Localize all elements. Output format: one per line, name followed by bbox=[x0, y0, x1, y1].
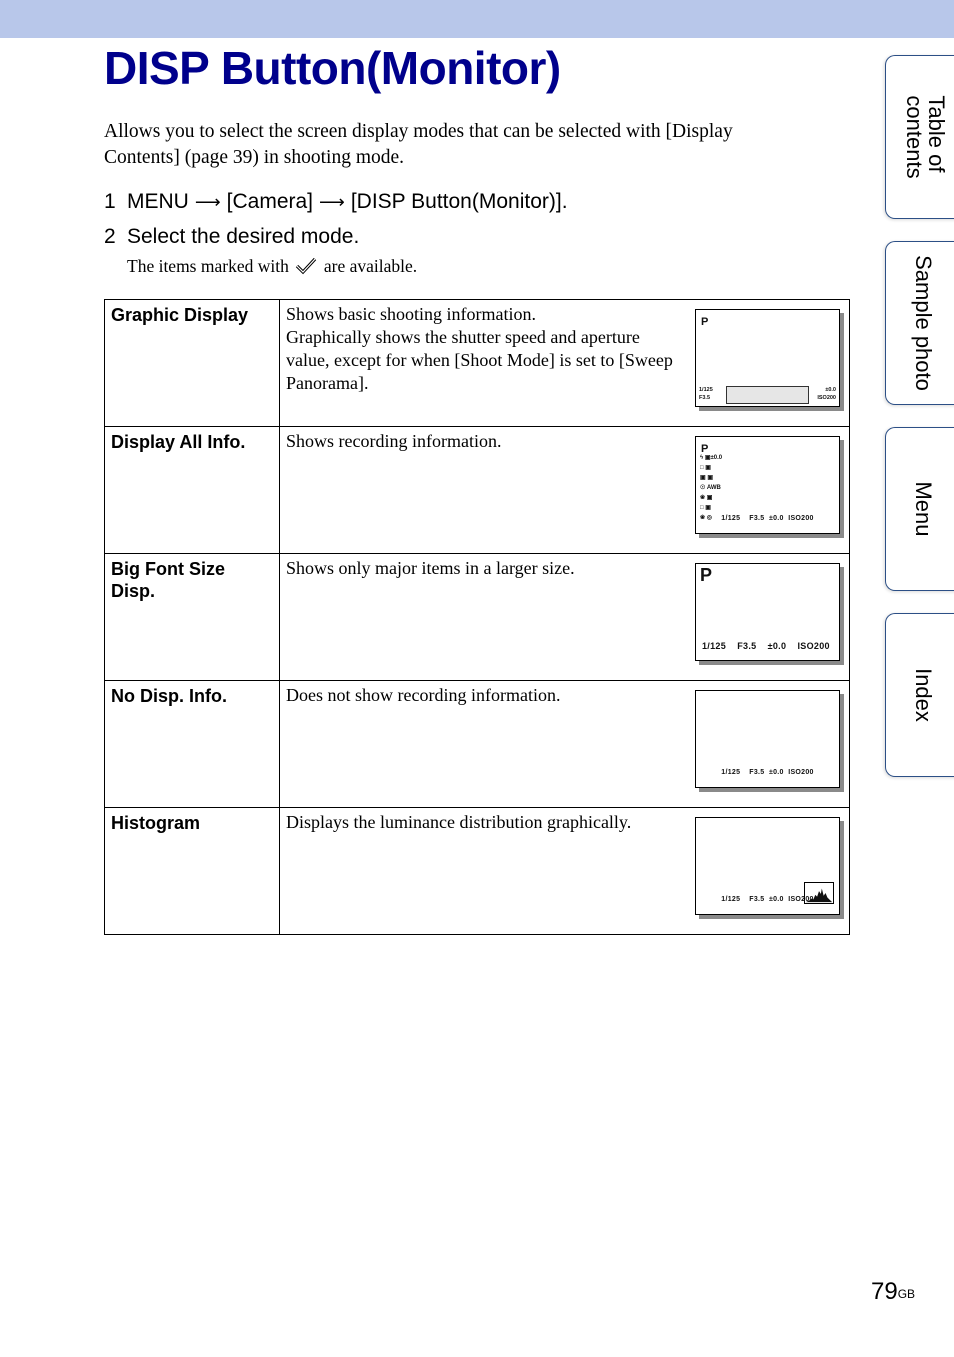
exposure-readout: 1/125 F3.5 ±0.0 ISO200 bbox=[721, 769, 814, 776]
shooting-mode-label: P bbox=[701, 316, 709, 328]
arrow-icon: ⟶ bbox=[319, 192, 345, 212]
white-balance-icon: ☉ AWB bbox=[700, 485, 721, 491]
mode-name: Big Font Size Disp. bbox=[104, 553, 280, 681]
flash-icon: ϟ ▣±0.0 bbox=[700, 455, 723, 461]
description-line: Graphically shows the shutter speed and … bbox=[286, 327, 673, 393]
availability-note: The items marked with are available. bbox=[127, 254, 417, 278]
shutter-aperture-scale bbox=[726, 386, 809, 404]
table-row: Graphic Display Shows basic shooting inf… bbox=[104, 299, 850, 427]
mode-name: Histogram bbox=[104, 807, 280, 935]
menu-path-menu: MENU bbox=[127, 190, 189, 213]
tab-sample-photo[interactable]: Sample photo bbox=[885, 241, 954, 405]
exposure-readout: 1/125 F3.5 ±0.0 ISO200 bbox=[702, 641, 830, 651]
mode-description: Shows recording information. bbox=[286, 431, 502, 451]
drive-mode-icon: □ ▣ bbox=[700, 465, 711, 471]
mode-description-cell: Displays the luminance distribution grap… bbox=[279, 807, 850, 935]
table-row: No Disp. Info. Does not show recording i… bbox=[104, 680, 850, 808]
mode-description: Shows only major items in a larger size. bbox=[286, 558, 575, 578]
dro-icon: ❀ ▣ bbox=[700, 495, 713, 501]
tab-menu[interactable]: Menu bbox=[885, 427, 954, 591]
screen-preview-no-disp-info: 1/125 F3.5 ±0.0 ISO200 bbox=[695, 690, 840, 788]
table-row: Histogram Displays the luminance distrib… bbox=[104, 807, 850, 935]
mode-description: Shows basic shooting information. Graphic… bbox=[286, 303, 681, 395]
mode-description-cell: Shows only major items in a larger size.… bbox=[279, 553, 850, 681]
screen-preview-display-all-info: P ϟ ▣±0.0 □ ▣ ▣ ▣ ☉ AWB ❀ ▣ □ ▣ ❀ ◎ 1/12… bbox=[695, 436, 840, 534]
page-number-value: 79 bbox=[871, 1278, 898, 1305]
table-row: Big Font Size Disp. Shows only major ite… bbox=[104, 553, 850, 681]
tab-label: Menu bbox=[911, 481, 936, 537]
tab-label: Table of contents bbox=[902, 95, 949, 179]
step-2: 2 Select the desired mode. bbox=[104, 224, 359, 250]
mode-description-cell: Shows recording information. P ϟ ▣±0.0 □… bbox=[279, 426, 850, 554]
mode-name: No Disp. Info. bbox=[104, 680, 280, 808]
tab-index[interactable]: Index bbox=[885, 613, 954, 777]
exposure-values: 1/125 F3.5 bbox=[699, 386, 713, 402]
page-title: DISP Button(Monitor) bbox=[104, 42, 561, 94]
screen-preview-histogram: 1/125 F3.5 ±0.0 ISO200 bbox=[695, 817, 840, 915]
exposure-readout: 1/125 F3.5 ±0.0 ISO200 bbox=[721, 896, 814, 903]
step-number: 2 bbox=[104, 225, 116, 248]
screen-preview-big-font: P 1/125 F3.5 ±0.0 ISO200 bbox=[695, 563, 840, 661]
menu-path-disp: [DISP Button(Monitor)]. bbox=[350, 190, 568, 213]
mode-description-cell: Does not show recording information. 1/1… bbox=[279, 680, 850, 808]
display-modes-table: Graphic Display Shows basic shooting inf… bbox=[104, 299, 850, 935]
mode-name: Display All Info. bbox=[104, 426, 280, 554]
focus-mode-icon: ▣ ▣ bbox=[700, 475, 714, 481]
note-text-after: are available. bbox=[323, 256, 418, 276]
exposure-settings: ±0.0 ISO200 bbox=[817, 386, 836, 402]
tab-label: Index bbox=[911, 668, 936, 722]
mode-description: Displays the luminance distribution grap… bbox=[286, 812, 632, 832]
note-text-before: The items marked with bbox=[127, 256, 289, 276]
mode-description-cell: Shows basic shooting information. Graphic… bbox=[279, 299, 850, 427]
step-text: Select the desired mode. bbox=[127, 225, 360, 248]
header-band bbox=[0, 0, 954, 38]
checkmark-icon bbox=[295, 257, 317, 275]
exposure-readout: 1/125 F3.5 ±0.0 ISO200 bbox=[721, 515, 814, 522]
step-1: 1 MENU ⟶ [Camera] ⟶ [DISP Button(Monitor… bbox=[104, 189, 568, 215]
shooting-mode-label: P bbox=[700, 565, 713, 585]
aperture: F3.5 bbox=[699, 395, 711, 401]
mode-name: Graphic Display bbox=[104, 299, 280, 427]
page-number: 79GB bbox=[871, 1278, 915, 1306]
step-number: 1 bbox=[104, 190, 116, 213]
tab-table-of-contents[interactable]: Table of contents bbox=[885, 55, 954, 219]
intro-text: Allows you to select the screen display … bbox=[104, 121, 733, 168]
table-row: Display All Info. Shows recording inform… bbox=[104, 426, 850, 554]
screen-preview-graphic-display: P 1/125 F3.5 ±0.0 ISO200 bbox=[695, 309, 840, 407]
tab-label: Sample photo bbox=[911, 255, 936, 391]
mode-description: Does not show recording information. bbox=[286, 685, 561, 705]
description-line: Shows basic shooting information. bbox=[286, 304, 536, 324]
page-region-suffix: GB bbox=[897, 1287, 916, 1301]
iso-value: ISO200 bbox=[817, 395, 836, 401]
menu-path-camera: [Camera] bbox=[226, 190, 314, 213]
exposure-compensation: ±0.0 bbox=[825, 387, 836, 393]
shutter-speed: 1/125 bbox=[699, 387, 713, 393]
arrow-icon: ⟶ bbox=[194, 192, 221, 212]
